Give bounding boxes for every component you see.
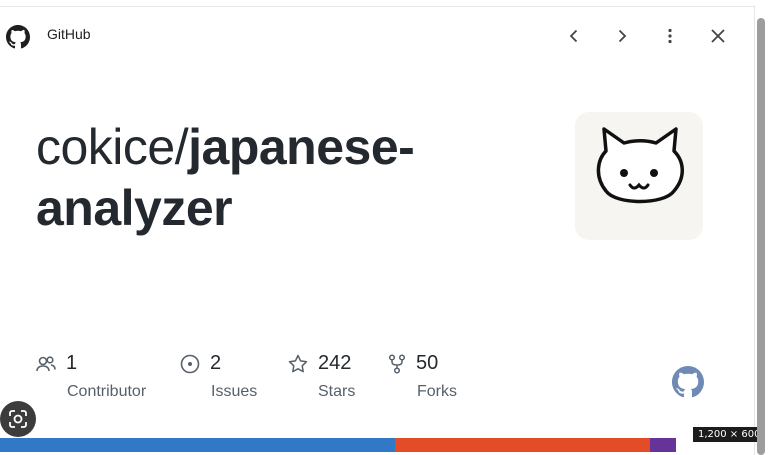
stat-label: Forks: [417, 383, 457, 400]
github-mark-icon: [672, 366, 704, 403]
previous-button[interactable]: [559, 21, 589, 51]
preview-panel: GitHub cokice/japanese-analyzer 1 Contri…: [0, 6, 755, 455]
stat-value: 2: [210, 352, 222, 374]
people-icon: [36, 355, 56, 371]
stat-value: 242: [318, 352, 352, 374]
close-button[interactable]: [703, 21, 733, 51]
chevron-right-icon: [618, 29, 627, 43]
stat-value: 50: [416, 352, 439, 374]
visual-search-button[interactable]: [0, 401, 36, 437]
stat-stars: 242 Stars: [288, 352, 355, 401]
more-vertical-icon: [668, 28, 672, 44]
stat-value: 1: [66, 352, 78, 374]
repo-owner: cokice/: [36, 119, 189, 175]
github-logo-icon: [4, 23, 32, 51]
more-options-button[interactable]: [655, 21, 685, 51]
image-size-badge: 1,200 × 600: [693, 427, 766, 442]
preview-header: GitHub: [0, 7, 755, 63]
issue-icon: [180, 354, 200, 373]
site-name: GitHub: [47, 26, 91, 42]
scrollbar[interactable]: [757, 18, 765, 455]
stat-label: Stars: [318, 383, 356, 400]
fork-icon: [388, 353, 406, 374]
stat-issues: 2 Issues: [180, 352, 257, 401]
stat-contributors: 1 Contributor: [36, 352, 146, 401]
stat-forks: 50 Forks: [388, 352, 457, 401]
stat-label: Contributor: [67, 383, 147, 400]
chevron-left-icon: [569, 29, 578, 43]
star-icon: [288, 354, 308, 372]
close-icon: [711, 29, 725, 43]
language-segment: [650, 438, 677, 452]
language-bar: [0, 438, 755, 452]
next-button[interactable]: [607, 21, 637, 51]
language-segment: [394, 438, 651, 452]
stat-label: Issues: [211, 383, 258, 400]
language-segment: [0, 438, 395, 452]
lens-icon: [9, 410, 27, 428]
cat-face-icon: [596, 127, 684, 204]
repo-title[interactable]: cokice/japanese-analyzer: [36, 117, 556, 239]
owner-avatar: [575, 112, 703, 240]
